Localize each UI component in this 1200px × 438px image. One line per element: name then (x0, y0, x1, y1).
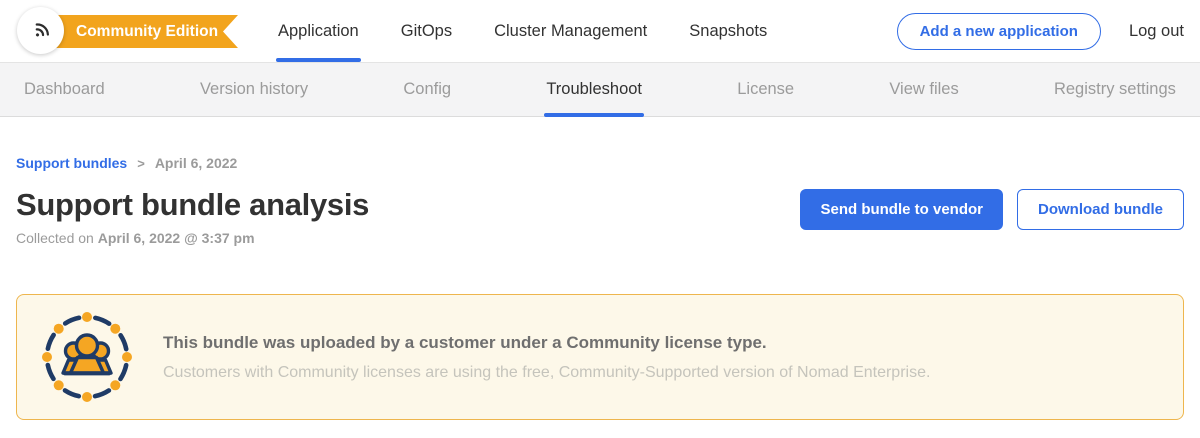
community-users-icon (41, 311, 133, 403)
community-license-notice: This bundle was uploaded by a customer u… (16, 294, 1184, 420)
notice-subtitle: Customers with Community licenses are us… (163, 364, 930, 382)
app-logo[interactable] (17, 7, 64, 54)
download-bundle-button[interactable]: Download bundle (1017, 189, 1184, 230)
nav-application[interactable]: Application (278, 0, 359, 62)
logout-link[interactable]: Log out (1129, 22, 1184, 41)
subnav-registry-settings[interactable]: Registry settings (1054, 62, 1176, 117)
subnav-license[interactable]: License (737, 62, 794, 117)
nav-cluster-management[interactable]: Cluster Management (494, 0, 647, 62)
subnav-view-files[interactable]: View files (889, 62, 958, 117)
notice-text: This bundle was uploaded by a customer u… (163, 333, 930, 382)
breadcrumb-separator: > (137, 156, 145, 171)
subnav-troubleshoot[interactable]: Troubleshoot (546, 62, 642, 117)
page-title: Support bundle analysis (16, 187, 369, 223)
collected-date: April 6, 2022 @ 3:37 pm (98, 230, 255, 246)
replicated-logo-icon (26, 16, 56, 46)
subnav-version-history[interactable]: Version history (200, 62, 308, 117)
add-new-application-button[interactable]: Add a new application (897, 13, 1101, 50)
notice-title: This bundle was uploaded by a customer u… (163, 333, 930, 353)
breadcrumb-current: April 6, 2022 (155, 155, 238, 171)
badge-label: Community Edition (76, 23, 218, 41)
subnav-config[interactable]: Config (403, 62, 451, 117)
nav-gitops[interactable]: GitOps (401, 0, 452, 62)
collected-prefix: Collected on (16, 230, 98, 246)
send-bundle-to-vendor-button[interactable]: Send bundle to vendor (800, 189, 1003, 230)
brand: Community Edition (0, 0, 238, 62)
breadcrumb-support-bundles-link[interactable]: Support bundles (16, 155, 127, 171)
top-navigation-bar: Community Edition Application GitOps Clu… (0, 0, 1200, 62)
collected-timestamp: Collected on April 6, 2022 @ 3:37 pm (16, 230, 369, 246)
community-edition-badge: Community Edition (40, 15, 238, 48)
primary-nav: Application GitOps Cluster Management Sn… (278, 0, 767, 62)
secondary-nav: Dashboard Version history Config Trouble… (0, 62, 1200, 117)
page-header: Support bundle analysis Collected on Apr… (0, 187, 1200, 246)
topbar-right: Add a new application Log out (897, 13, 1200, 50)
page-header-left: Support bundle analysis Collected on Apr… (16, 187, 369, 246)
nav-snapshots[interactable]: Snapshots (689, 0, 767, 62)
subnav-dashboard[interactable]: Dashboard (24, 62, 105, 117)
breadcrumb: Support bundles > April 6, 2022 (16, 155, 1184, 171)
page-header-actions: Send bundle to vendor Download bundle (800, 189, 1184, 230)
